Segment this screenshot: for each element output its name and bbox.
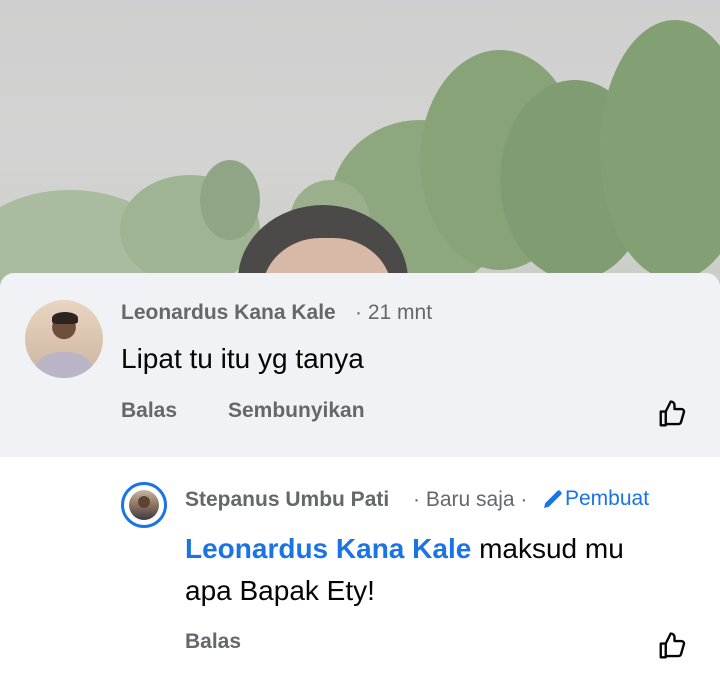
reply-button[interactable]: Balas — [121, 399, 177, 423]
author-badge-label: Pembuat — [565, 487, 650, 510]
comment-text-part: maksud mu — [471, 533, 624, 564]
thumbs-up-icon[interactable] — [656, 399, 688, 429]
avatar[interactable] — [121, 482, 167, 528]
comment-author[interactable]: Stepanus Umbu Pati — [185, 488, 389, 512]
avatar-shirt — [35, 352, 93, 378]
author-badge: Pembuat — [541, 487, 649, 511]
comment-text: Lipat tu itu yg tanya — [121, 343, 364, 374]
video-background — [0, 0, 720, 300]
avatar-photo — [129, 490, 159, 520]
mention-link[interactable]: Leonardus Kana Kale — [185, 533, 471, 564]
thumbs-up-icon[interactable] — [656, 631, 688, 661]
avatar-hair — [52, 312, 78, 324]
hide-button[interactable]: Sembunyikan — [228, 399, 365, 423]
avatar[interactable] — [25, 300, 103, 378]
comment-text: Leonardus Kana Kale maksud mu — [185, 529, 624, 569]
comment-text-line: apa Bapak Ety! — [185, 575, 375, 606]
comment-time: · 21 mnt — [355, 301, 433, 324]
comment-author[interactable]: Leonardus Kana Kale — [121, 301, 336, 325]
pencil-icon — [544, 490, 562, 508]
comment-time: · Baru saja · — [413, 488, 528, 511]
reply-button[interactable]: Balas — [185, 630, 241, 654]
